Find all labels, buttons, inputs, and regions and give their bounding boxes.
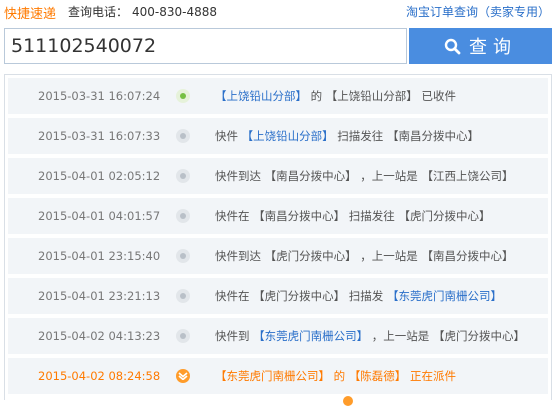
timeline-dot-icon bbox=[176, 249, 190, 263]
search-icon bbox=[444, 38, 461, 54]
taobao-order-query-link[interactable]: 淘宝订单查询（卖家专用） bbox=[406, 3, 550, 20]
timeline-dot-icon bbox=[176, 329, 190, 343]
hotline-number: 400-830-4888 bbox=[132, 5, 218, 19]
tracking-description: 快件到 【东莞虎门南栅公司】 ，上一站是 【虎门分拨中心】 bbox=[215, 318, 525, 354]
station-link[interactable]: 【东莞虎门南栅公司】 bbox=[215, 369, 330, 383]
description-text: 正在派件 bbox=[406, 369, 456, 383]
tracking-row: 2015-03-31 16:07:24 【上饶铅山分部】 的 【上饶铅山分部】 已… bbox=[8, 78, 548, 114]
tracking-time: 2015-04-01 04:01:57 bbox=[38, 209, 161, 223]
tracking-time: 2015-04-01 23:21:13 bbox=[38, 289, 161, 303]
tracking-row: 2015-04-02 08:24:58 【东莞虎门南栅公司】 的 【陈磊德】 正在… bbox=[8, 358, 548, 394]
tracking-number-input[interactable] bbox=[5, 29, 406, 63]
description-text: 快件到达 【虎门分拨中心】 ，上一站是 【南昌分拨中心】 bbox=[215, 249, 514, 263]
tracking-number-box bbox=[4, 28, 407, 64]
description-text: 扫描发往 【南昌分拨中心】 bbox=[333, 129, 479, 143]
tracking-description: 快件到达 【虎门分拨中心】 ，上一站是 【南昌分拨中心】 bbox=[215, 238, 513, 274]
tracking-row: 2015-03-31 16:07:33 快件 【上饶铅山分部】 扫描发往 【南昌分… bbox=[8, 118, 548, 154]
tracking-time: 2015-04-02 08:24:58 bbox=[38, 369, 161, 383]
tracking-row: 2015-04-01 04:01:57 快件在 【南昌分拨中心】 扫描发往 【虎门… bbox=[8, 198, 548, 234]
brand-logo: 快捷速递 bbox=[4, 7, 57, 22]
tracking-description: 快件在 【虎门分拨中心】 扫描发 【东莞虎门南栅公司】 bbox=[215, 278, 502, 314]
search-button-label: 查询 bbox=[469, 37, 517, 58]
description-text: 快件 bbox=[215, 129, 242, 143]
timeline-dot-icon bbox=[176, 89, 190, 103]
tracking-time: 2015-03-31 16:07:33 bbox=[38, 129, 161, 143]
tracking-time: 2015-04-02 04:13:23 bbox=[38, 329, 161, 343]
hotline-label: 查询电话： bbox=[68, 5, 129, 19]
tracking-row: 2015-04-01 23:15:40 快件到达 【虎门分拨中心】 ，上一站是 【… bbox=[8, 238, 548, 274]
tracking-row: 2015-04-01 23:21:13 快件在 【虎门分拨中心】 扫描发 【东莞虎… bbox=[8, 278, 548, 314]
station-link[interactable]: 【陈磊德】 bbox=[349, 369, 407, 383]
description-text: 快件在 【虎门分拨中心】 扫描发 bbox=[215, 289, 387, 303]
tracking-description: 【上饶铅山分部】 的 【上饶铅山分部】 已收件 bbox=[215, 78, 456, 114]
description-text: 的 【上饶铅山分部】 已收件 bbox=[307, 89, 456, 103]
tracking-description: 【东莞虎门南栅公司】 的 【陈磊德】 正在派件 bbox=[215, 358, 456, 394]
tracking-description: 快件到达 【南昌分拨中心】 ，上一站是 【江西上饶公司】 bbox=[215, 158, 513, 194]
description-text: 快件在 【南昌分拨中心】 扫描发往 【虎门分拨中心】 bbox=[215, 209, 491, 223]
station-link[interactable]: 【东莞虎门南栅公司】 bbox=[253, 329, 368, 343]
timeline-dot-icon bbox=[176, 169, 190, 183]
timeline-end-dot bbox=[343, 396, 353, 406]
tracking-list: 2015-03-31 16:07:24 【上饶铅山分部】 的 【上饶铅山分部】 已… bbox=[4, 74, 552, 400]
description-text: ，上一站是 【虎门分拨中心】 bbox=[368, 329, 525, 343]
station-link[interactable]: 【东莞虎门南栅公司】 bbox=[387, 289, 502, 303]
search-button[interactable]: 查询 bbox=[409, 28, 552, 64]
timeline-dot-icon bbox=[176, 209, 190, 223]
description-text: 快件到达 【南昌分拨中心】 ，上一站是 【江西上饶公司】 bbox=[215, 169, 514, 183]
description-text: 的 bbox=[330, 369, 349, 383]
delivery-status-icon bbox=[176, 369, 190, 383]
timeline-dot-icon bbox=[176, 129, 190, 143]
station-link[interactable]: 【上饶铅山分部】 bbox=[215, 89, 307, 103]
tracking-time: 2015-04-01 02:05:12 bbox=[38, 169, 161, 183]
tracking-row: 2015-04-01 02:05:12 快件到达 【南昌分拨中心】 ，上一站是 【… bbox=[8, 158, 548, 194]
hotline: 查询电话： 400-830-4888 bbox=[68, 3, 217, 20]
station-link[interactable]: 【上饶铅山分部】 bbox=[242, 129, 334, 143]
tracking-time: 2015-04-01 23:15:40 bbox=[38, 249, 161, 263]
tracking-description: 快件 【上饶铅山分部】 扫描发往 【南昌分拨中心】 bbox=[215, 118, 479, 154]
timeline-dot-icon bbox=[176, 289, 190, 303]
description-text: 快件到 bbox=[215, 329, 254, 343]
header-bar: 快捷速递 查询电话： 400-830-4888 淘宝订单查询（卖家专用） bbox=[0, 0, 556, 22]
tracking-time: 2015-03-31 16:07:24 bbox=[38, 89, 161, 103]
tracking-row: 2015-04-02 04:13:23 快件到 【东莞虎门南栅公司】 ，上一站是 … bbox=[8, 318, 548, 354]
tracking-description: 快件在 【南昌分拨中心】 扫描发往 【虎门分拨中心】 bbox=[215, 198, 490, 234]
